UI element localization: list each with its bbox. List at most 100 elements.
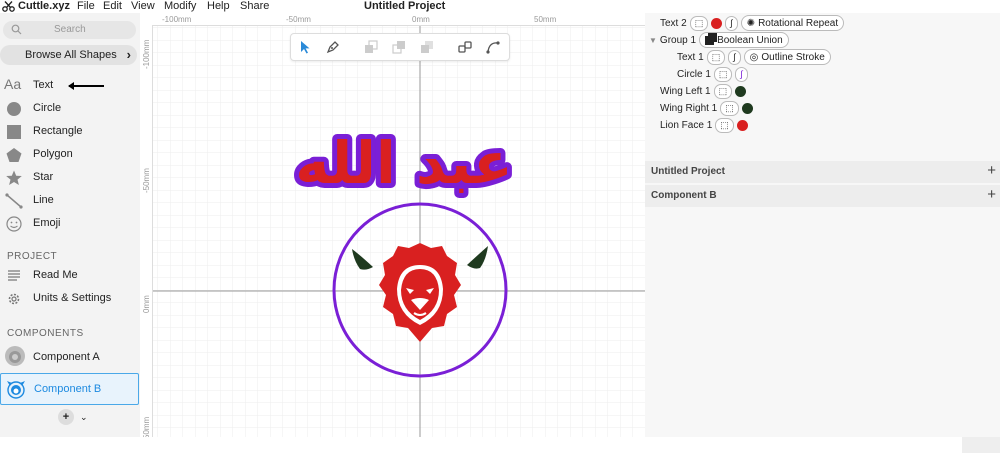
tool-label: Circle (33, 102, 62, 114)
tool-rectangle[interactable]: Rectangle (0, 121, 140, 143)
modifier-label: Rotational Repeat (758, 17, 839, 29)
layer-text-2[interactable]: Text 2 ⬚ ∫ ✺ Rotational Repeat (660, 15, 845, 31)
modifier-chip[interactable]: ✺ Rotational Repeat (740, 15, 845, 31)
component-label: Component A (33, 351, 100, 363)
layer-name: Wing Left 1 (660, 85, 711, 97)
layer-wing-left-1[interactable]: Wing Left 1 ⬚ (660, 83, 747, 99)
fill-color-swatch[interactable] (735, 85, 747, 97)
arabic-text-artwork[interactable]: عبد الله (290, 124, 518, 202)
add-component-control[interactable]: + ⌄ (58, 409, 88, 425)
tool-emoji[interactable]: Emoji (0, 213, 140, 235)
panel-label: Untitled Project (651, 166, 725, 177)
search-icon (11, 24, 22, 35)
add-component-button[interactable]: + (58, 409, 74, 425)
layer-name: Text 2 (660, 17, 687, 29)
menu-share[interactable]: Share (240, 0, 269, 12)
menu-modify[interactable]: Modify (164, 0, 196, 12)
components-heading: COMPONENTS (7, 328, 84, 339)
panel-untitled-project[interactable]: Untitled Project + (645, 161, 1000, 183)
tool-line[interactable]: Line (0, 190, 140, 212)
menu-file[interactable]: File (77, 0, 95, 12)
project-item-label: Units & Settings (33, 292, 112, 304)
tool-label: Line (33, 194, 54, 206)
transform-chip[interactable]: ⬚ (715, 117, 734, 133)
layer-name: Wing Right 1 (660, 102, 718, 114)
stroke-chip[interactable]: ∫ (725, 15, 738, 31)
browse-all-shapes-button[interactable]: Browse All Shapes › (0, 45, 137, 65)
panel-component-b[interactable]: Component B + (645, 185, 1000, 207)
transform-chip[interactable]: ⬚ (713, 66, 733, 82)
footer-bar (0, 437, 1000, 453)
transform-chip[interactable]: ⬚ (689, 15, 709, 31)
gear-icon (8, 293, 20, 305)
fill-color-swatch[interactable] (711, 17, 723, 29)
menu-edit[interactable]: Edit (103, 0, 122, 12)
app-logo[interactable]: Cuttle.xyz (2, 0, 70, 12)
transform-chip[interactable]: ⬚ (720, 100, 739, 116)
transform-chip[interactable]: ⬚ (713, 83, 733, 99)
project-item-label: Read Me (33, 269, 78, 281)
text-icon: Aa (4, 76, 22, 92)
project-item-settings[interactable]: Units & Settings (0, 288, 140, 310)
wing-right-artwork[interactable] (467, 246, 488, 269)
tool-label: Emoji (33, 217, 61, 229)
component-a[interactable]: Component A (0, 342, 137, 372)
rotational-repeat-icon: ✺ (746, 17, 756, 29)
line-icon (5, 193, 23, 209)
plus-icon[interactable]: + (987, 186, 996, 203)
menu-bar: Cuttle.xyz File Edit View Modify Help Sh… (0, 0, 645, 13)
canvas[interactable]: -100mm -50mm 0mm 50mm -100mm -50mm 0mm 5… (140, 13, 645, 437)
project-item-readme[interactable]: Read Me (0, 265, 140, 287)
tool-text[interactable]: Aa Text (0, 75, 140, 97)
fill-color-swatch[interactable] (736, 119, 748, 131)
project-heading: PROJECT (7, 251, 58, 262)
project-title[interactable]: Untitled Project (364, 0, 445, 12)
menu-view[interactable]: View (131, 0, 155, 12)
scrollbar[interactable] (962, 437, 1000, 453)
tool-star[interactable]: Star (0, 167, 140, 189)
fill-color-swatch[interactable] (741, 102, 753, 114)
component-b-thumbnail-icon (7, 381, 25, 399)
modifier-chip[interactable]: Boolean Union (699, 32, 789, 48)
tool-label: Polygon (33, 148, 73, 160)
tool-circle[interactable]: Circle (0, 98, 140, 120)
lion-face-artwork[interactable] (379, 243, 461, 342)
wing-left-artwork[interactable] (352, 249, 373, 270)
app-name: Cuttle.xyz (18, 0, 70, 12)
chevron-down-icon[interactable]: ▼ (649, 36, 657, 45)
outline-stroke-icon: ◎ (749, 51, 759, 63)
search-placeholder: Search (54, 24, 86, 35)
component-b[interactable]: Component B (0, 373, 139, 405)
layers-panel: Text 2 ⬚ ∫ ✺ Rotational Repeat ▼ Group 1… (645, 13, 1000, 437)
stroke-chip[interactable]: ∫ (728, 49, 741, 65)
tool-label: Rectangle (33, 125, 83, 137)
layer-name: Group 1 (659, 34, 697, 46)
rectangle-icon (7, 125, 21, 139)
tool-polygon[interactable]: Polygon (0, 144, 140, 166)
browse-label: Browse All Shapes (25, 49, 117, 61)
search-input[interactable]: Search (3, 21, 136, 39)
modifier-chip[interactable]: ◎ Outline Stroke (743, 49, 831, 65)
chevron-down-icon[interactable]: ⌄ (80, 412, 88, 423)
star-icon (6, 170, 22, 185)
tool-label: Star (33, 171, 54, 183)
layer-group-1[interactable]: ▼ Group 1 Boolean Union (649, 32, 789, 48)
layer-name: Circle 1 (677, 68, 711, 80)
component-a-thumbnail-icon (5, 346, 25, 366)
layer-wing-right-1[interactable]: Wing Right 1 ⬚ (660, 100, 753, 116)
chevron-right-icon: › (126, 47, 131, 62)
document-icon (8, 270, 20, 281)
polygon-icon (6, 148, 22, 162)
transform-chip[interactable]: ⬚ (706, 49, 726, 65)
menu-help[interactable]: Help (207, 0, 230, 12)
emoji-icon (6, 216, 22, 232)
design-artwork[interactable]: عبد الله (140, 13, 645, 437)
layer-text-1[interactable]: Text 1 ⬚ ∫ ◎ Outline Stroke (677, 49, 831, 65)
scissors-icon (2, 0, 15, 12)
stroke-chip[interactable]: ∫ (735, 66, 748, 82)
tool-label: Text (33, 79, 54, 91)
plus-icon[interactable]: + (987, 162, 996, 179)
layer-circle-1[interactable]: Circle 1 ⬚ ∫ (677, 66, 748, 82)
layer-lion-face-1[interactable]: Lion Face 1 ⬚ (660, 117, 748, 133)
left-sidebar: Search Browse All Shapes › Aa Text Circl… (0, 13, 140, 437)
